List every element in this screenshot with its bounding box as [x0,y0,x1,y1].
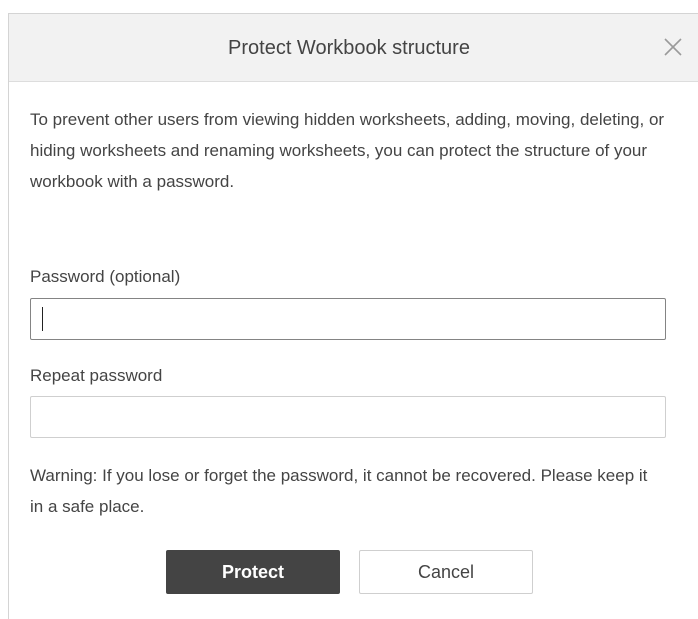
password-field[interactable] [30,298,666,340]
protect-button[interactable]: Protect [166,550,340,594]
repeat-password-label: Repeat password [30,366,163,385]
text-caret [42,307,43,331]
warning-text: Warning: If you lose or forget the passw… [30,466,648,516]
dialog-header: Protect Workbook structure [9,14,698,82]
cancel-button[interactable]: Cancel [359,550,533,594]
close-icon[interactable] [662,36,684,58]
dialog-title: Protect Workbook structure [228,37,470,59]
repeat-password-field[interactable] [30,396,666,438]
password-label: Password (optional) [30,267,181,286]
dialog-description: To prevent other users from viewing hidd… [30,110,665,191]
